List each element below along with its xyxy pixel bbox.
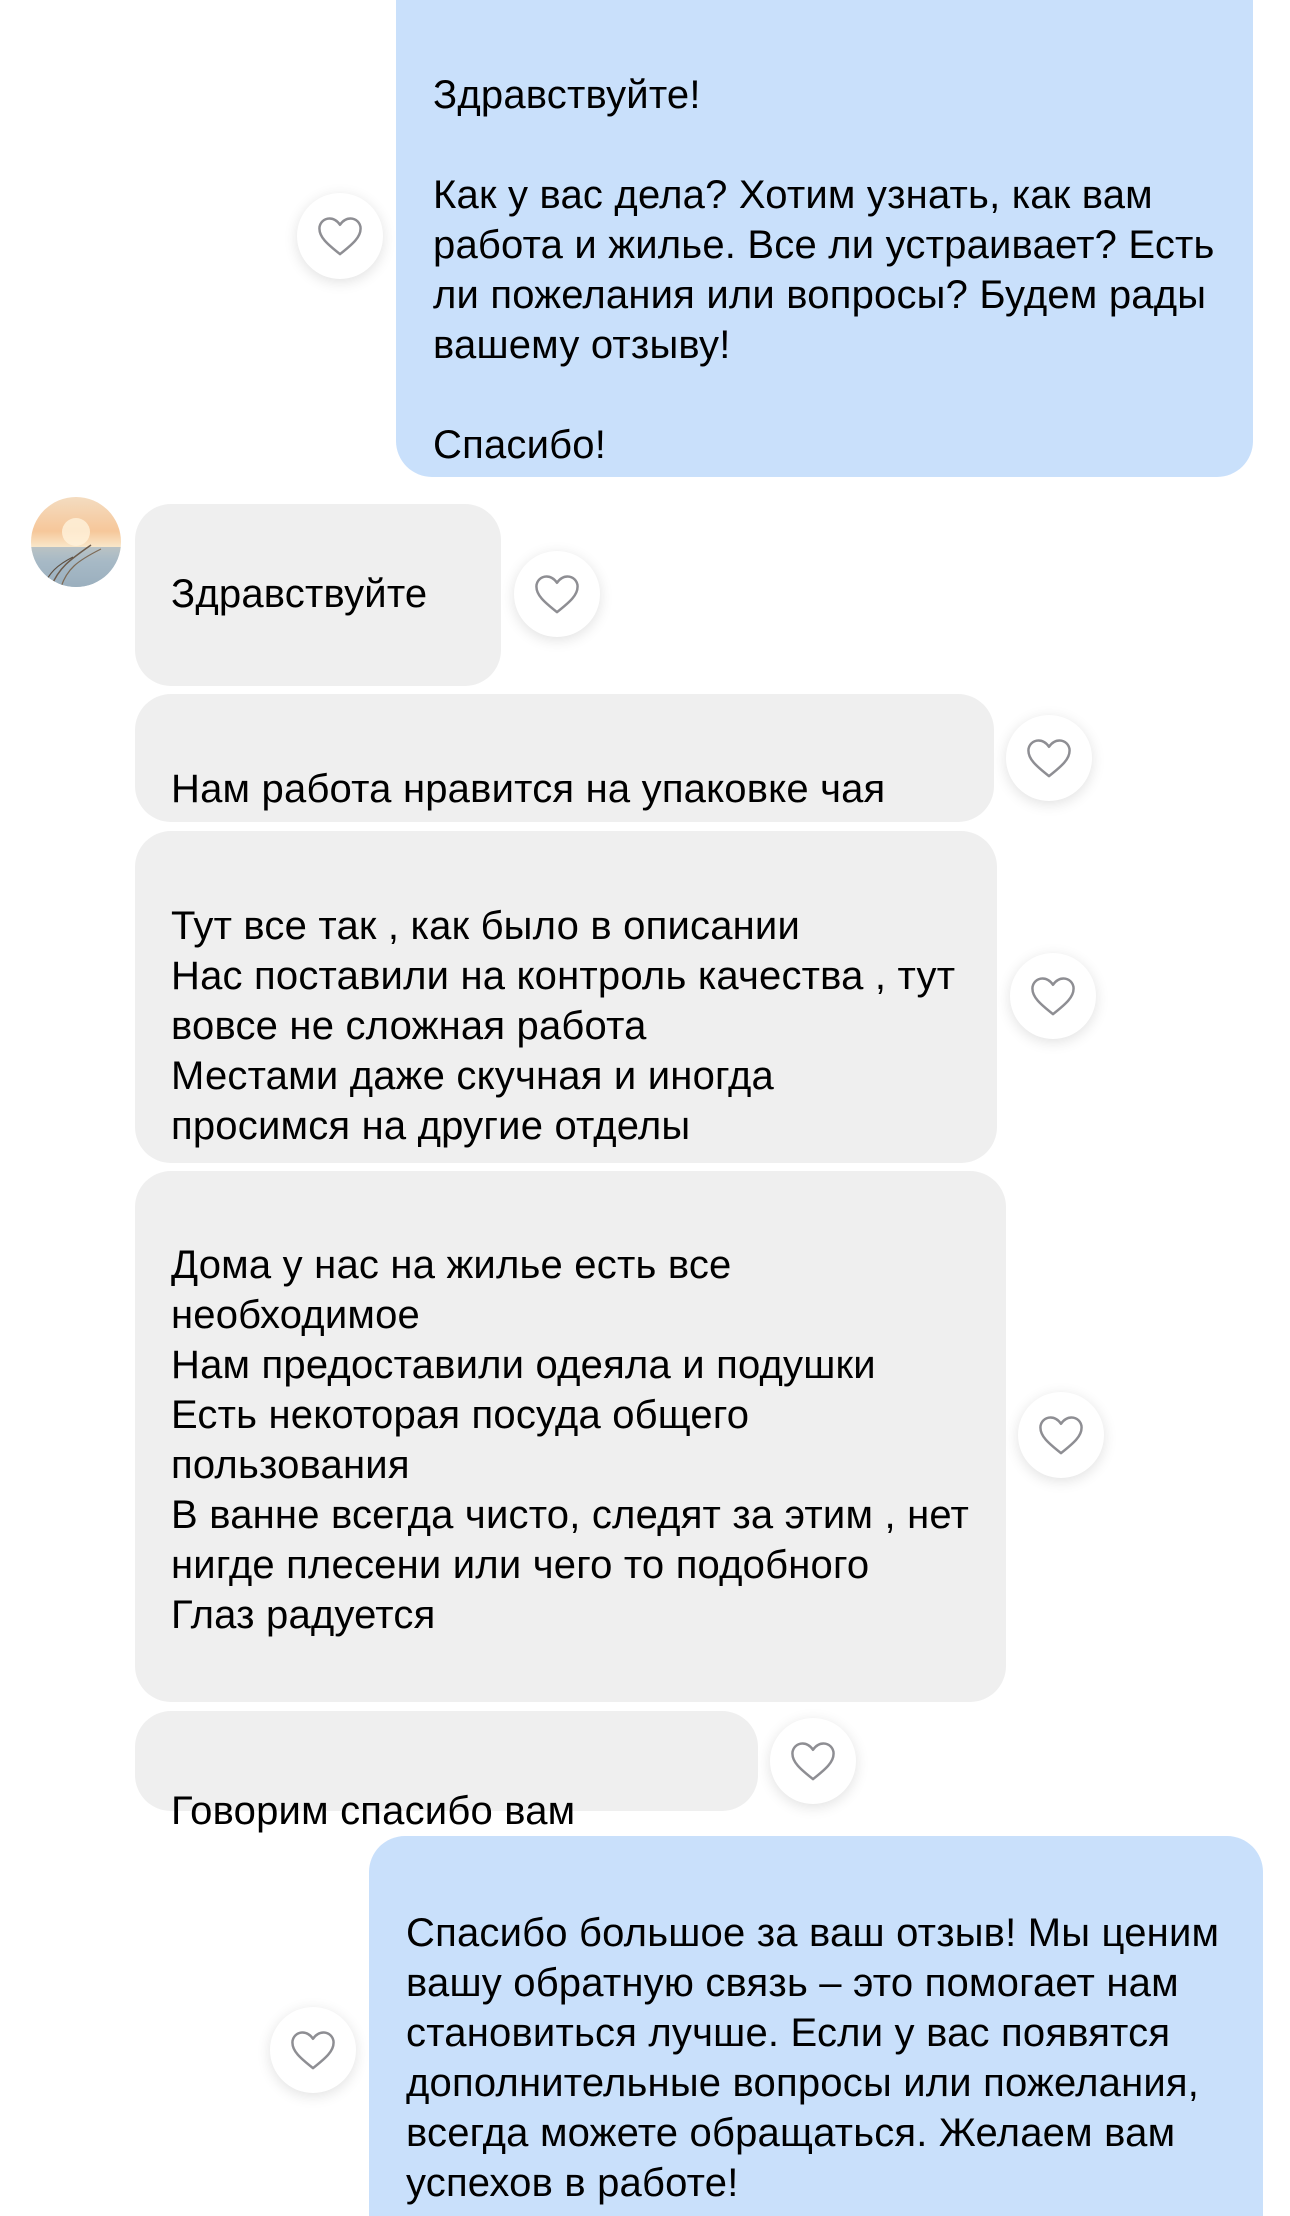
heart-outline-icon — [1031, 977, 1075, 1016]
heart-outline-icon — [318, 217, 362, 256]
like-button[interactable] — [1010, 953, 1096, 1039]
contact-avatar[interactable] — [31, 497, 121, 587]
like-button[interactable] — [270, 2007, 356, 2093]
message-incoming[interactable]: Здравствуйте — [135, 504, 501, 771]
message-incoming[interactable]: Тут все так , как было в описании Нас по… — [135, 831, 997, 1163]
message-incoming[interactable]: Дома у нас на жилье есть все необходимое… — [135, 1171, 1006, 1702]
message-outgoing[interactable]: Здравствуйте! Как у вас дела? Хотим узна… — [396, 0, 1253, 477]
avatar-image — [31, 518, 121, 587]
like-button[interactable] — [770, 1718, 856, 1804]
message-text: Тут все так , как было в описании Нас по… — [171, 904, 956, 1148]
heart-outline-icon — [1027, 739, 1071, 778]
message-text: Здравствуйте — [171, 572, 428, 616]
message-incoming[interactable]: Нам работа нравится на упаковке чая — [135, 694, 994, 822]
message-text: Спасибо большое за ваш отзыв! Мы ценим в… — [406, 1911, 1220, 2205]
heart-outline-icon — [291, 2031, 335, 2070]
heart-outline-icon — [535, 575, 579, 614]
message-incoming[interactable]: Говорим спасибо вам — [135, 1711, 758, 1833]
like-button[interactable] — [1018, 1392, 1104, 1478]
like-button[interactable] — [514, 551, 600, 637]
message-text: Нам работа нравится на упаковке чая — [171, 767, 886, 811]
message-text: Говорим спасибо вам — [171, 1789, 576, 1833]
like-button[interactable] — [1006, 715, 1092, 801]
message-outgoing[interactable]: Спасибо большое за ваш отзыв! Мы ценим в… — [369, 1836, 1263, 2216]
heart-outline-icon — [791, 1742, 835, 1781]
heart-outline-icon — [1039, 1416, 1083, 1455]
like-button[interactable] — [297, 193, 383, 279]
message-text: Здравствуйте! Как у вас дела? Хотим узна… — [433, 73, 1215, 467]
message-text: Дома у нас на жилье есть все необходимое… — [171, 1243, 970, 1637]
